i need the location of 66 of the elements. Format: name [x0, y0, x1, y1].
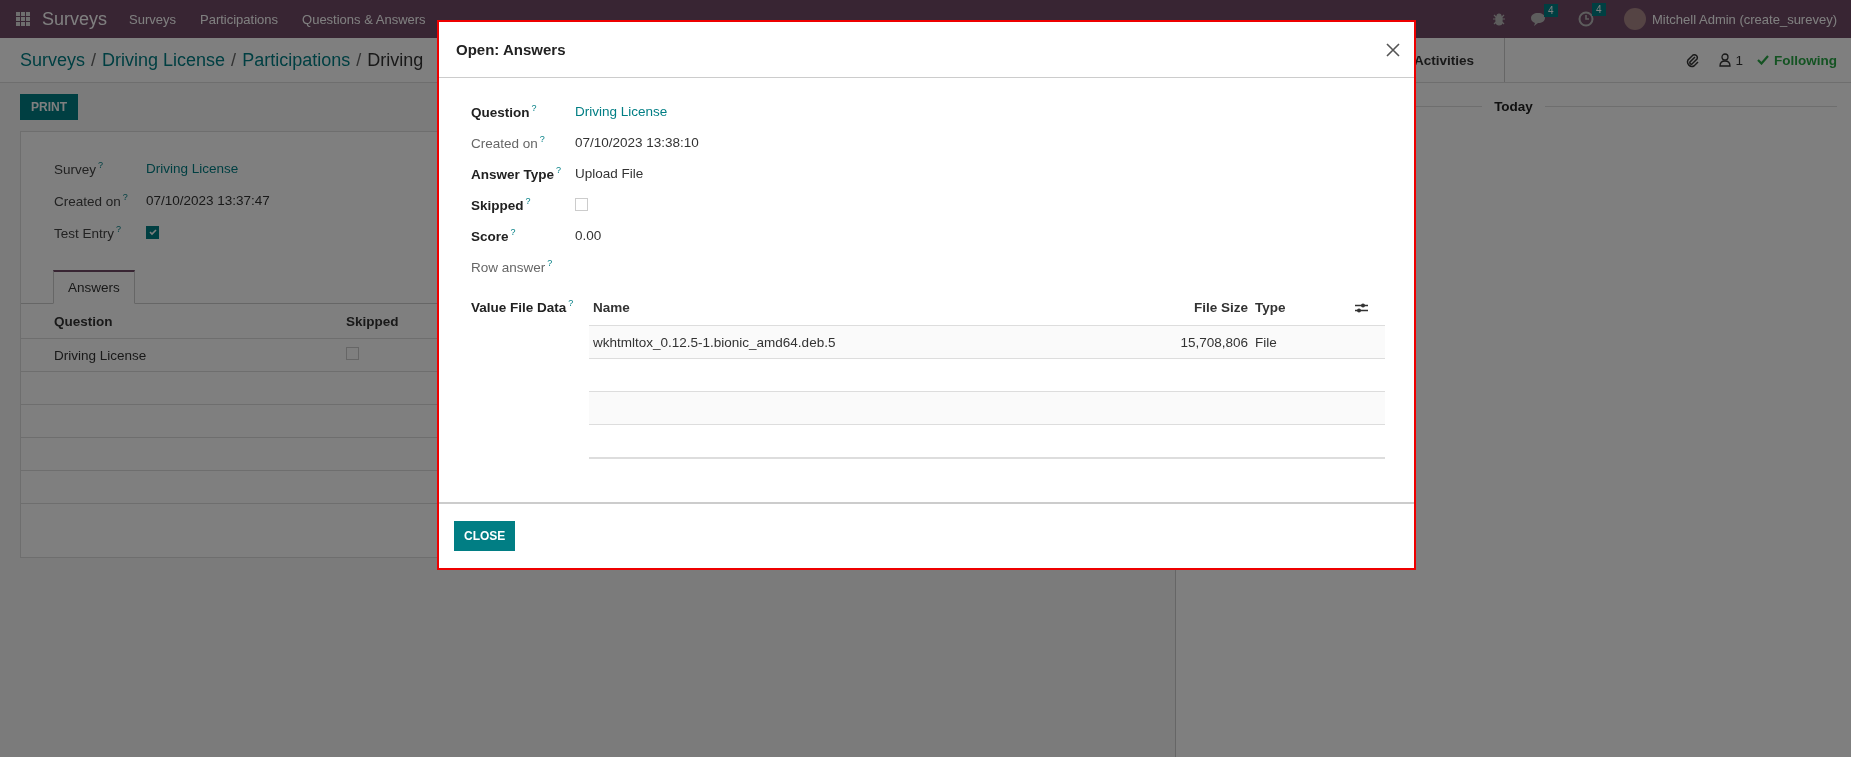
column-header[interactable]: Name	[589, 300, 1118, 315]
close-icon[interactable]	[1386, 42, 1400, 57]
clock-icon[interactable]	[1578, 11, 1595, 27]
column-header[interactable]: File Size	[1118, 300, 1248, 315]
close-button[interactable]: CLOSE	[454, 521, 516, 551]
table-cell-text: 15,708,806	[1179, 334, 1248, 350]
help-tooltip[interactable]: ?	[568, 298, 574, 308]
checkbox[interactable]	[146, 225, 159, 239]
dialog-title: Open: Answers	[456, 41, 566, 58]
field-link[interactable]: Driving License	[146, 160, 239, 176]
field-value: 07/10/2023 13:37:47	[146, 192, 270, 208]
menu-item[interactable]: Surveys	[129, 11, 176, 27]
field-label: Answer Type	[471, 166, 555, 182]
field-value: Upload File	[575, 166, 644, 181]
help-tooltip[interactable]: ?	[510, 227, 516, 238]
paperclip-icon[interactable]	[1685, 52, 1700, 68]
date-separator: Today	[1493, 99, 1534, 114]
app-grid-icon[interactable]	[16, 12, 30, 26]
column-header[interactable]: Question	[54, 313, 346, 329]
activity-count-badge: 4	[1592, 3, 1606, 16]
table-cell-text: wkhtmltox_0.12.5-1.bionic_amd64.deb.5	[592, 334, 837, 350]
help-tooltip[interactable]: ?	[531, 103, 537, 114]
field-value: 0.00	[575, 228, 602, 243]
field-label: Skipped	[471, 197, 524, 213]
table-cell-text: File	[1254, 334, 1278, 350]
field-label: Created on	[471, 135, 538, 151]
tab[interactable]: Answers	[53, 270, 135, 304]
following-button[interactable]: Following	[1774, 52, 1837, 68]
field-link[interactable]: Driving License	[575, 104, 668, 119]
field-label: Created on	[54, 193, 121, 209]
breadcrumb-item[interactable]: Driving License	[102, 49, 226, 71]
breadcrumb-item[interactable]: Surveys	[20, 49, 86, 71]
follower-count[interactable]: 1	[1735, 52, 1743, 68]
help-tooltip[interactable]: ?	[98, 159, 104, 170]
menu-item[interactable]: Questions & Answers	[302, 11, 426, 27]
column-header[interactable]: Type	[1248, 300, 1355, 315]
user-name[interactable]: Mitchell Admin (create_surevey)	[1652, 11, 1837, 27]
help-tooltip[interactable]: ?	[122, 191, 128, 202]
help-tooltip[interactable]: ?	[547, 258, 553, 269]
bug-icon[interactable]	[1492, 12, 1507, 26]
field-label: Value File Data	[471, 299, 567, 315]
breadcrumb-separator: /	[356, 49, 362, 71]
field-value: 07/10/2023 13:38:10	[575, 135, 699, 150]
field-label: Score	[471, 228, 509, 244]
breadcrumb-separator: /	[231, 49, 237, 71]
field-label: Question	[471, 104, 530, 120]
breadcrumb-separator: /	[91, 49, 97, 71]
check-icon	[1757, 55, 1769, 65]
user-avatar[interactable]	[1624, 8, 1647, 30]
help-tooltip[interactable]: ?	[556, 165, 562, 176]
check-icon	[147, 227, 158, 237]
breadcrumb-item: Driving	[367, 49, 424, 71]
column-settings-icon[interactable]	[1355, 301, 1368, 314]
help-tooltip[interactable]: ?	[539, 134, 545, 145]
field-label: Row answer	[471, 259, 546, 275]
field-label: Survey	[54, 161, 97, 177]
help-tooltip[interactable]: ?	[116, 223, 122, 234]
table-cell-text: Driving License	[54, 347, 148, 363]
breadcrumb-item[interactable]: Participations	[242, 49, 351, 71]
menu-item[interactable]: Participations	[200, 11, 279, 27]
message-count-badge: 4	[1544, 3, 1558, 17]
app-name[interactable]: Surveys	[42, 8, 108, 30]
field-label: Test Entry	[54, 225, 115, 241]
print-button[interactable]: PRINT	[20, 94, 78, 120]
help-tooltip[interactable]: ?	[525, 196, 531, 207]
person-icon	[1719, 53, 1732, 67]
